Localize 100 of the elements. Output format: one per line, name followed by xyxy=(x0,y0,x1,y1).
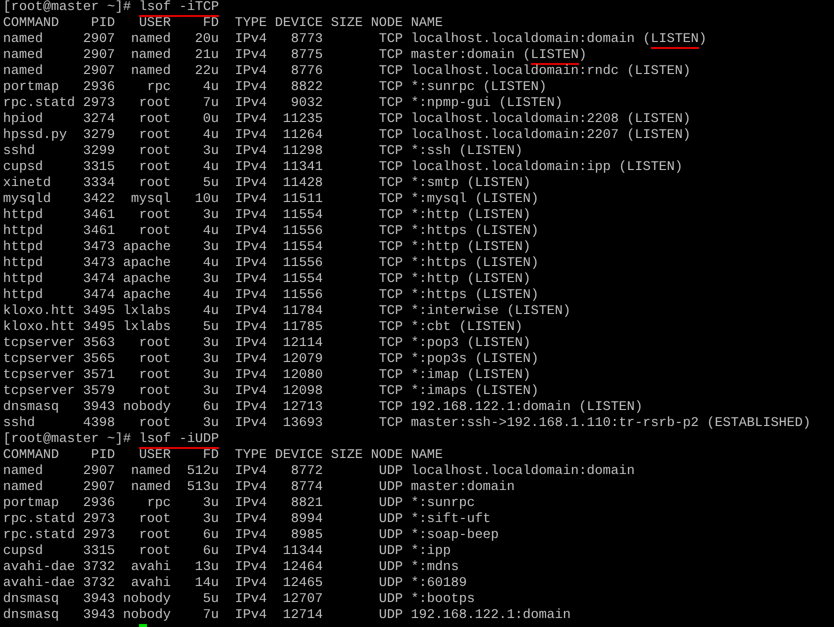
table-cell: TCP xyxy=(378,272,403,288)
table-cell: root xyxy=(138,528,171,544)
table-cell: *:sift-uft xyxy=(410,512,491,528)
table-cell: avahi xyxy=(130,576,171,592)
table-cell: 3943 xyxy=(82,400,115,416)
column-header: PID xyxy=(90,16,115,32)
table-cell: IPv4 xyxy=(234,528,267,544)
column-header: SIZE xyxy=(330,16,363,32)
table-cell: 8773 xyxy=(290,32,323,48)
table-cell: 3495 xyxy=(82,304,115,320)
table-cell: 3495 xyxy=(82,320,115,336)
column-header: DEVICE xyxy=(274,16,323,32)
table-cell: IPv4 xyxy=(234,544,267,560)
table-cell: IPv4 xyxy=(234,256,267,272)
table-cell: 10u xyxy=(194,192,219,208)
column-header: FD xyxy=(202,448,219,464)
table-cell: UDP xyxy=(378,560,403,576)
table-cell: 2907 xyxy=(82,64,115,80)
table-cell: *:mdns xyxy=(410,560,459,576)
table-cell: 6u xyxy=(202,544,219,560)
column-header: USER xyxy=(138,448,171,464)
table-cell: IPv4 xyxy=(234,288,267,304)
table-cell: root xyxy=(138,368,171,384)
table-cell: IPv4 xyxy=(234,560,267,576)
table-cell: 3u xyxy=(202,208,219,224)
table-cell: IPv4 xyxy=(234,576,267,592)
table-cell: 4u xyxy=(202,80,219,96)
table-cell: *:npmp-gui (LISTEN) xyxy=(410,96,563,112)
table-cell: localhost.localdomain:rndc (LISTEN) xyxy=(410,64,691,80)
table-cell: 2907 xyxy=(82,32,115,48)
table-cell: named xyxy=(130,464,171,480)
column-header: COMMAND xyxy=(3,16,59,32)
table-cell: 3u xyxy=(202,352,219,368)
table-cell: *:http (LISTEN) xyxy=(410,208,531,224)
table-cell: 5u xyxy=(202,176,219,192)
table-cell: xinetd xyxy=(3,176,51,192)
table-cell: TCP xyxy=(378,240,403,256)
command-prompt: [root@master ~]# lsof -iUDP xyxy=(3,432,219,447)
table-cell: 11341 xyxy=(282,160,323,176)
table-cell: 7u xyxy=(202,608,219,624)
table-cell: 4398 xyxy=(82,416,115,432)
table-cell: *:imaps (LISTEN) xyxy=(410,384,539,400)
table-cell: *:mysql (LISTEN) xyxy=(410,192,539,208)
table-cell: 13693 xyxy=(282,416,323,432)
table-cell: lxlabs xyxy=(122,304,171,320)
table-cell: 3299 xyxy=(82,144,115,160)
table-cell: tcpserver xyxy=(3,368,75,384)
table-cell: 7u xyxy=(202,96,219,112)
table-cell: IPv4 xyxy=(234,32,267,48)
table-cell: 3571 xyxy=(82,368,115,384)
table-cell: localhost.localdomain:ipp (LISTEN) xyxy=(410,160,683,176)
table-cell: IPv4 xyxy=(234,512,267,528)
table-cell: *:http (LISTEN) xyxy=(410,272,531,288)
table-cell: TCP xyxy=(378,256,403,272)
table-cell: TCP xyxy=(378,192,403,208)
table-cell: 2907 xyxy=(82,464,115,480)
column-header: DEVICE xyxy=(274,448,323,464)
table-cell: UDP xyxy=(378,480,403,496)
table-cell: 2936 xyxy=(82,496,115,512)
column-header: NAME xyxy=(410,448,443,464)
table-cell: 21u xyxy=(194,48,219,64)
table-cell: IPv4 xyxy=(234,208,267,224)
table-cell: IPv4 xyxy=(234,368,267,384)
table-cell: tcpserver xyxy=(3,384,75,400)
table-cell: 11556 xyxy=(282,288,323,304)
table-cell: 3563 xyxy=(82,336,115,352)
table-cell: rpc xyxy=(146,496,171,512)
table-cell: 11344 xyxy=(282,544,323,560)
table-cell: 3u xyxy=(202,144,219,160)
table-cell: UDP xyxy=(378,528,403,544)
table-cell: 8822 xyxy=(290,80,323,96)
table-cell: 8775 xyxy=(290,48,323,64)
table-cell: 22u xyxy=(194,64,219,80)
table-cell: httpd xyxy=(3,256,43,272)
table-cell: 11554 xyxy=(282,272,323,288)
table-cell: 8772 xyxy=(290,464,323,480)
table-cell: 5u xyxy=(202,320,219,336)
table-cell: UDP xyxy=(378,544,403,560)
table-cell: named xyxy=(3,480,43,496)
table-cell: 2907 xyxy=(82,480,115,496)
table-cell: 6u xyxy=(202,400,219,416)
table-cell: *:interwise (LISTEN) xyxy=(410,304,571,320)
table-cell: localhost.localdomain:2207 (LISTEN) xyxy=(410,128,691,144)
table-cell: 3473 xyxy=(82,256,115,272)
table-cell: httpd xyxy=(3,240,43,256)
table-cell: *:60189 xyxy=(410,576,467,592)
table-cell: 3565 xyxy=(82,352,115,368)
table-cell: *:sunrpc xyxy=(410,496,475,512)
table-cell: IPv4 xyxy=(234,400,267,416)
table-cell: *:ssh (LISTEN) xyxy=(410,144,523,160)
table-cell: root xyxy=(138,128,171,144)
table-cell: TCP xyxy=(378,336,403,352)
table-cell: 12114 xyxy=(282,336,323,352)
table-cell: 2907 xyxy=(82,48,115,64)
table-cell: 3579 xyxy=(82,384,115,400)
table-cell: avahi-dae xyxy=(3,576,75,592)
table-cell: IPv4 xyxy=(234,480,267,496)
table-cell: 14u xyxy=(194,576,219,592)
table-cell: IPv4 xyxy=(234,48,267,64)
table-cell: 2973 xyxy=(82,528,115,544)
